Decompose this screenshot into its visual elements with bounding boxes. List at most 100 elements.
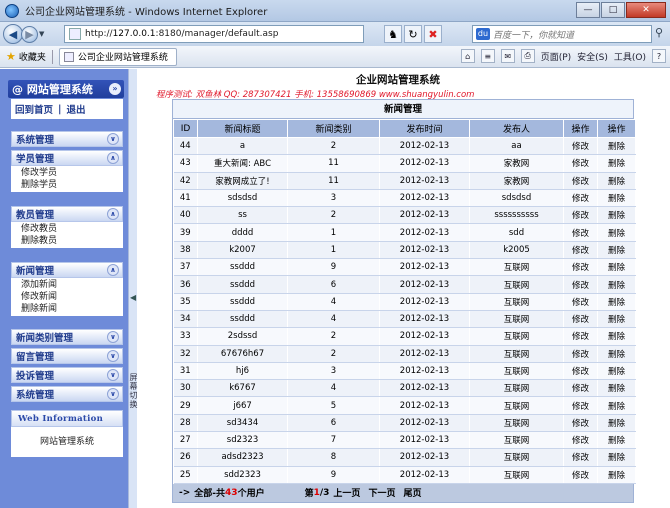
refresh-icon[interactable]: ↻ — [404, 25, 422, 43]
help-icon[interactable]: ? — [652, 49, 666, 63]
address-field[interactable]: http://127.0.0.1:8180/manager/default.as… — [64, 25, 364, 43]
menu-group-teachers[interactable]: 教员管理 ∧ — [11, 206, 123, 222]
collapse-icon[interactable]: » — [109, 83, 121, 95]
tools-menu[interactable]: 工具(O) — [614, 50, 646, 63]
delete-link[interactable]: 删除 — [597, 154, 636, 173]
stop-icon[interactable]: ✖ — [424, 25, 442, 43]
chevron-down-icon[interactable]: ∨ — [107, 133, 119, 145]
edit-link[interactable]: 修改 — [563, 154, 598, 173]
history-dropdown-icon[interactable]: ▼ — [39, 30, 49, 38]
edit-link[interactable]: 修改 — [563, 241, 598, 260]
menu-group-title: 系统管理 — [16, 135, 55, 146]
minimize-button[interactable]: — — [576, 2, 600, 18]
favorites-button[interactable]: 收藏夹 — [19, 50, 46, 63]
edit-link[interactable]: 修改 — [563, 275, 598, 294]
menu-item-delete-student[interactable]: 删除学员 — [21, 179, 123, 191]
feeds-icon[interactable]: ≡ — [480, 49, 495, 63]
back-button[interactable]: ◀ — [3, 24, 23, 44]
edit-link[interactable]: 修改 — [563, 206, 598, 225]
chevron-up-icon[interactable]: ∧ — [107, 208, 119, 220]
delete-link[interactable]: 删除 — [597, 379, 636, 398]
cell-date: 2012-02-13 — [379, 431, 470, 450]
edit-link[interactable]: 修改 — [563, 223, 598, 242]
menu-group-system[interactable]: 系统管理 ∨ — [11, 131, 123, 147]
delete-link[interactable]: 删除 — [597, 362, 636, 381]
edit-link[interactable]: 修改 — [563, 379, 598, 398]
chevron-down-icon[interactable]: ∨ — [107, 350, 119, 362]
cell-id: 43 — [173, 154, 198, 173]
delete-link[interactable]: 删除 — [597, 293, 636, 311]
collapse-arrow-icon[interactable]: ◀ — [130, 293, 136, 302]
compatibility-icon[interactable]: ♞ — [384, 25, 402, 43]
delete-link[interactable]: 删除 — [597, 431, 636, 450]
edit-link[interactable]: 修改 — [563, 327, 598, 346]
delete-link[interactable]: 删除 — [597, 327, 636, 346]
menu-item-delete-teacher[interactable]: 删除教员 — [21, 235, 123, 247]
menu-group-messages[interactable]: 留言管理 ∨ — [11, 348, 123, 364]
delete-link[interactable]: 删除 — [597, 172, 636, 190]
menu-group-complaints[interactable]: 投诉管理 ∨ — [11, 367, 123, 383]
edit-link[interactable]: 修改 — [563, 396, 598, 415]
chevron-down-icon[interactable]: ∨ — [107, 388, 119, 400]
delete-link[interactable]: 删除 — [597, 310, 636, 329]
browser-tab[interactable]: 公司企业网站管理系统 — [58, 47, 177, 66]
home-icon[interactable]: ⌂ — [460, 49, 475, 63]
edit-link[interactable]: 修改 — [563, 310, 598, 329]
prev-page-link[interactable]: 上一页 — [333, 486, 360, 499]
menu-group-news-category[interactable]: 新闻类别管理 ∨ — [11, 329, 123, 345]
link-separator: | — [58, 103, 62, 115]
menu-item-add-news[interactable]: 添加新闻 — [21, 279, 123, 291]
favorites-star-icon[interactable]: ★ — [6, 50, 16, 63]
edit-link[interactable]: 修改 — [563, 258, 598, 277]
delete-link[interactable]: 删除 — [597, 414, 636, 433]
menu-group-news[interactable]: 新闻管理 ∧ — [11, 262, 123, 278]
sidebar-splitter[interactable]: ◀ 屏幕切换 — [128, 69, 138, 508]
print-icon[interactable]: ⎙ — [520, 49, 535, 63]
last-page-link[interactable]: 尾页 — [403, 486, 421, 499]
delete-link[interactable]: 删除 — [597, 189, 636, 208]
search-field[interactable]: du 百度一下，你就知道 — [472, 25, 652, 43]
edit-link[interactable]: 修改 — [563, 137, 598, 156]
forward-button[interactable]: ▶ — [21, 25, 38, 43]
menu-item-delete-news[interactable]: 删除新闻 — [21, 303, 123, 315]
maximize-button[interactable]: □ — [601, 2, 625, 18]
chevron-up-icon[interactable]: ∧ — [107, 264, 119, 276]
page-menu[interactable]: 页面(P) — [541, 50, 571, 63]
menu-item-edit-teacher[interactable]: 修改教员 — [21, 223, 123, 235]
edit-link[interactable]: 修改 — [563, 172, 598, 190]
delete-link[interactable]: 删除 — [597, 275, 636, 294]
edit-link[interactable]: 修改 — [563, 448, 598, 467]
chevron-up-icon[interactable]: ∧ — [107, 152, 119, 164]
home-link[interactable]: 回到首页 — [15, 102, 53, 116]
delete-link[interactable]: 删除 — [597, 258, 636, 277]
menu-group-system-2[interactable]: 系统管理 ∨ — [11, 386, 123, 402]
delete-link[interactable]: 删除 — [597, 206, 636, 225]
delete-link[interactable]: 删除 — [597, 223, 636, 242]
edit-link[interactable]: 修改 — [563, 431, 598, 450]
delete-link[interactable]: 删除 — [597, 345, 636, 363]
edit-link[interactable]: 修改 — [563, 345, 598, 363]
edit-link[interactable]: 修改 — [563, 362, 598, 381]
search-icon[interactable]: ⚲ — [655, 26, 663, 39]
safety-menu[interactable]: 安全(S) — [577, 50, 608, 63]
delete-link[interactable]: 删除 — [597, 241, 636, 260]
chevron-down-icon[interactable]: ∨ — [107, 331, 119, 343]
edit-link[interactable]: 修改 — [563, 189, 598, 208]
menu-item-edit-student[interactable]: 修改学员 — [21, 167, 123, 179]
close-window-button[interactable]: ✕ — [626, 2, 666, 18]
menu-item-edit-news[interactable]: 修改新闻 — [21, 291, 123, 303]
mail-icon[interactable]: ✉ — [500, 49, 515, 63]
logout-link[interactable]: 退出 — [67, 102, 86, 116]
cell-id: 27 — [173, 431, 198, 450]
delete-link[interactable]: 删除 — [597, 448, 636, 467]
delete-link[interactable]: 删除 — [597, 466, 636, 484]
edit-link[interactable]: 修改 — [563, 293, 598, 311]
edit-link[interactable]: 修改 — [563, 466, 598, 484]
chevron-down-icon[interactable]: ∨ — [107, 369, 119, 381]
edit-link[interactable]: 修改 — [563, 414, 598, 433]
menu-group-students[interactable]: 学员管理 ∧ — [11, 150, 123, 166]
cell-title: k6767 — [197, 379, 288, 398]
delete-link[interactable]: 删除 — [597, 137, 636, 156]
next-page-link[interactable]: 下一页 — [368, 486, 395, 499]
delete-link[interactable]: 删除 — [597, 396, 636, 415]
